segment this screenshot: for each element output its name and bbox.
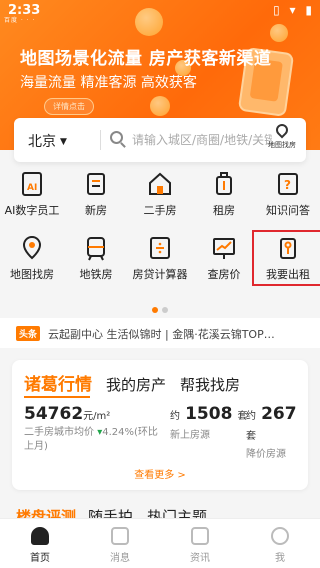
trend-chart-icon bbox=[213, 238, 235, 259]
price-cut-value: 267 bbox=[261, 404, 297, 424]
page-dot bbox=[162, 307, 168, 313]
shortcut-house-price[interactable]: 查房价 bbox=[192, 234, 256, 282]
wifi-icon: ▾ bbox=[289, 3, 296, 17]
map-pin-icon bbox=[273, 121, 291, 139]
shortcut-label: 新房 bbox=[85, 204, 107, 217]
tab-home[interactable]: 首页 bbox=[10, 519, 70, 568]
map-pin-icon bbox=[22, 235, 42, 260]
price-cut-prefix: 约 bbox=[246, 411, 256, 422]
page-dot-active bbox=[152, 307, 158, 313]
avg-price-change: 4.24% bbox=[102, 427, 134, 438]
headline-text: 云起副中心 生活似锦时 | 金隅·花溪云锦TOP… bbox=[48, 328, 275, 341]
price-cut-stat: 约 267 套 降价房源 bbox=[246, 404, 308, 460]
ai-document-icon: AI bbox=[22, 172, 42, 196]
tab-label: 消息 bbox=[110, 553, 130, 564]
view-more-link[interactable]: 查看更多 > bbox=[12, 466, 308, 481]
tab-messages[interactable]: 消息 bbox=[90, 519, 150, 568]
carousel-dots bbox=[0, 298, 320, 317]
shortcut-label: 地铁房 bbox=[79, 268, 113, 281]
new-listings-stat: 约 1508 套 新上房源 bbox=[170, 404, 248, 441]
svg-text:AI: AI bbox=[27, 183, 37, 193]
shortcut-label: 地图找房 bbox=[10, 268, 54, 281]
market-tabs: 诸葛行情 我的房产 帮我找房 bbox=[24, 370, 254, 398]
divider bbox=[100, 130, 101, 150]
price-cut-label: 降价房源 bbox=[246, 449, 286, 460]
subway-icon bbox=[87, 237, 105, 261]
search-input[interactable] bbox=[132, 130, 272, 150]
vibrate-icon: ▯ bbox=[273, 3, 280, 17]
shortcut-rent[interactable]: 租房 bbox=[192, 170, 256, 218]
shortcut-qa[interactable]: ? 知识问答 bbox=[256, 170, 320, 218]
search-icon bbox=[110, 131, 123, 144]
tab-label: 我 bbox=[275, 553, 285, 564]
battery-icon: ▮ bbox=[305, 3, 312, 17]
price-cut-unit: 套 bbox=[246, 431, 256, 442]
shortcut-grid-row-1: AI AI数字员工 新房 二手房 租房 ? 知识问答 bbox=[0, 170, 320, 218]
tab-market-quotes[interactable]: 诸葛行情 bbox=[24, 375, 92, 395]
shortcut-label: 知识问答 bbox=[266, 204, 310, 217]
avg-price-desc: 二手房城市均价 ▾4.24%(环比上月) bbox=[24, 426, 164, 454]
calculator-icon bbox=[150, 237, 170, 259]
banner-detail-button[interactable]: 详情点击 bbox=[44, 98, 94, 115]
shortcut-label: 查房价 bbox=[207, 268, 241, 281]
status-right-icons: ▯ ▾ ▮ bbox=[267, 3, 312, 17]
avg-price-value: 54762 bbox=[24, 404, 84, 424]
coin-decoration-icon bbox=[270, 24, 288, 42]
profile-icon bbox=[271, 527, 289, 545]
news-headline[interactable]: 头条 云起副中心 生活似锦时 | 金隅·花溪云锦TOP… bbox=[0, 318, 320, 348]
market-card: 诸葛行情 我的房产 帮我找房 54762元/m² 二手房城市均价 ▾4.24%(环比… bbox=[12, 360, 308, 490]
tab-me[interactable]: 我 bbox=[250, 519, 310, 568]
shortcut-loan-calculator[interactable]: 房贷计算器 bbox=[128, 234, 192, 282]
home-icon bbox=[31, 527, 49, 545]
search-bar: 北京 ▼ 地图找房 bbox=[14, 118, 306, 162]
suitcase-icon bbox=[216, 172, 232, 195]
tab-label: 首页 bbox=[30, 553, 50, 564]
rent-out-icon bbox=[280, 238, 296, 259]
banner-subtitle: 海量流量 精准客源 高效获客 bbox=[20, 75, 197, 91]
map-search-label: 地图找房 bbox=[268, 141, 296, 149]
status-bar: 2:33 百度 · · · ▯ ▾ ▮ bbox=[0, 0, 320, 24]
shortcut-grid-row-2: 地图找房 地铁房 房贷计算器 查房价 我要出租 bbox=[0, 230, 320, 286]
svg-text:?: ? bbox=[284, 178, 291, 192]
new-listings-prefix: 约 bbox=[170, 411, 180, 422]
shortcut-rent-out[interactable]: 我要出租 bbox=[252, 230, 320, 286]
map-search-button[interactable]: 地图找房 bbox=[264, 121, 300, 150]
shortcut-map-search[interactable]: 地图找房 bbox=[0, 234, 64, 282]
tab-my-property[interactable]: 我的房产 bbox=[106, 376, 166, 394]
shortcut-ai-assistant[interactable]: AI AI数字员工 bbox=[0, 170, 64, 218]
city-selector[interactable]: 北京 ▼ bbox=[28, 131, 67, 151]
tab-underline bbox=[24, 396, 90, 398]
qa-icon: ? bbox=[278, 173, 298, 195]
shortcut-label: AI数字员工 bbox=[4, 204, 60, 217]
city-name: 北京 bbox=[28, 134, 56, 150]
news-icon bbox=[191, 527, 209, 545]
avg-price-unit: 元/m² bbox=[83, 411, 111, 422]
message-icon bbox=[111, 527, 129, 545]
avg-price-label: 二手房城市均价 bbox=[24, 427, 94, 438]
shortcut-label: 房贷计算器 bbox=[132, 268, 188, 281]
tab-label: 资讯 bbox=[190, 553, 210, 564]
banner-title: 地图场景化流量 房产获客新渠道 bbox=[20, 49, 272, 69]
tab-find-house[interactable]: 帮我找房 bbox=[180, 376, 240, 394]
caret-down-icon: ▼ bbox=[60, 137, 67, 147]
shortcut-label: 二手房 bbox=[143, 204, 177, 217]
shortcut-label: 我要出租 bbox=[266, 268, 310, 281]
house-icon bbox=[149, 172, 171, 195]
shortcut-second-hand[interactable]: 二手房 bbox=[128, 170, 192, 218]
new-listings-label: 新上房源 bbox=[170, 430, 210, 441]
tab-news[interactable]: 资讯 bbox=[170, 519, 230, 568]
bottom-tab-bar: 首页 消息 资讯 我 bbox=[0, 518, 320, 568]
shortcut-new-house[interactable]: 新房 bbox=[64, 170, 128, 218]
status-app-icons: 百度 · · · bbox=[4, 17, 36, 24]
avg-price-stat: 54762元/m² 二手房城市均价 ▾4.24%(环比上月) bbox=[24, 404, 164, 454]
new-house-icon bbox=[87, 173, 105, 195]
headline-tag: 头条 bbox=[16, 326, 41, 341]
shortcut-subway[interactable]: 地铁房 bbox=[64, 234, 128, 282]
shortcut-label: 租房 bbox=[213, 204, 235, 217]
coin-decoration-icon bbox=[150, 96, 170, 116]
new-listings-value: 1508 bbox=[185, 404, 233, 424]
